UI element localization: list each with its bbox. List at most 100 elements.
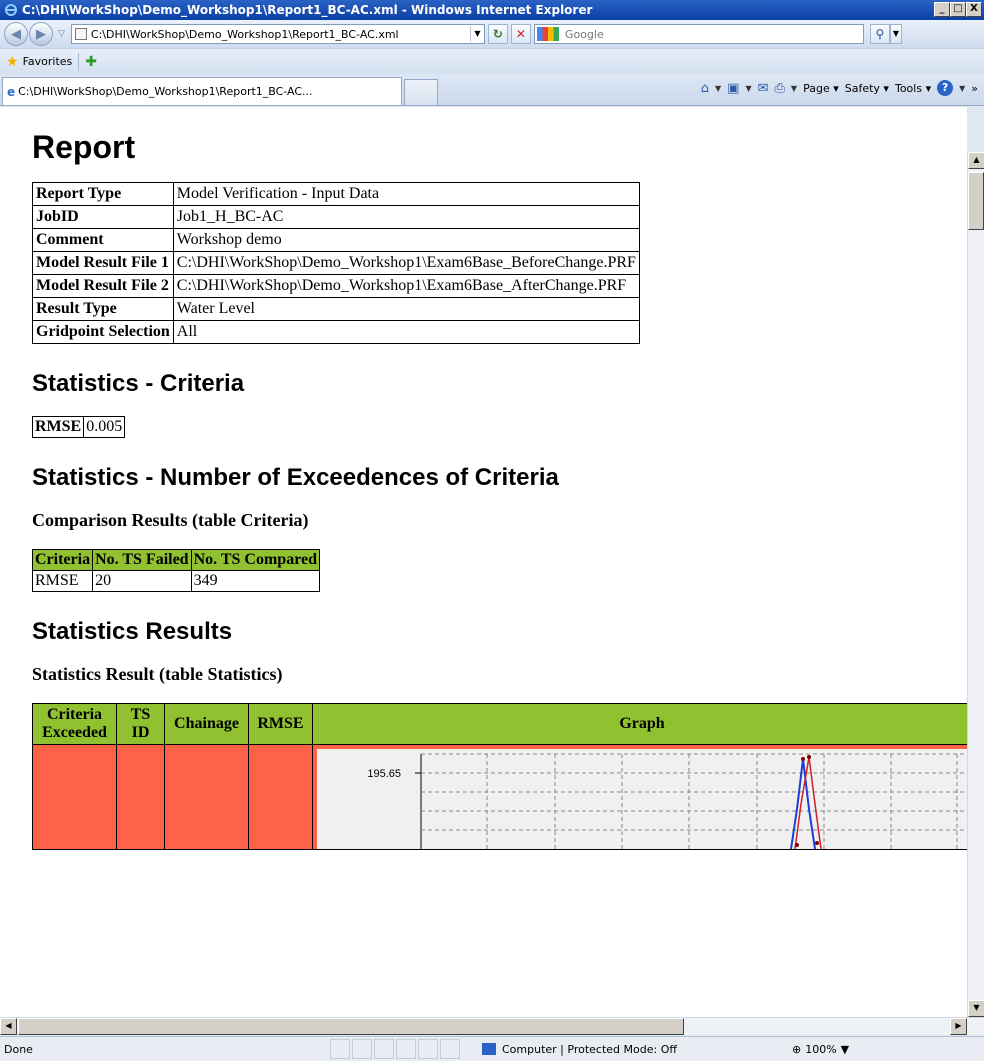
chevron-more-icon[interactable]: » (971, 82, 978, 95)
search-placeholder: Google (564, 27, 604, 41)
status-text: Done (4, 1042, 33, 1056)
scroll-left-arrow-icon[interactable]: ◀ (0, 1018, 17, 1035)
info-value: Model Verification - Input Data (172, 182, 640, 206)
page-menu-label: Page (803, 81, 830, 95)
mail-icon[interactable]: ✉ (758, 81, 769, 96)
search-button[interactable]: ⚲ (869, 24, 890, 44)
page-content: Report Report Type Model Verification - I… (0, 107, 967, 1017)
horizontal-scrollbar[interactable]: ◀ ▶ (0, 1017, 984, 1035)
criteria-key: RMSE (31, 416, 85, 438)
scroll-down-arrow-icon[interactable]: ▼ (968, 1000, 984, 1017)
tools-menu[interactable]: Tools ▾ (895, 82, 931, 95)
statistics-table: Criteria Exceeded TS ID Chainage RMSE Gr… (32, 703, 967, 850)
info-value: All (172, 320, 640, 344)
forward-arrow-icon: ▶ (36, 26, 46, 42)
column-header: RMSE (248, 703, 313, 745)
print-dropdown-icon[interactable]: ▼ (791, 84, 797, 93)
table-row: 195.65 (32, 744, 967, 850)
command-bar: ⌂ ▼ ▣ ▼ ✉ ⎙ ▼ Page ▾ Safety ▾ Tools ▾ ? ▼ » (701, 80, 978, 96)
info-key: Model Result File 1 (32, 251, 174, 275)
refresh-icon: ↻ (492, 27, 503, 41)
column-header: Criteria (31, 549, 94, 571)
address-input[interactable]: C:\DHI\WorkShop\Demo_Workshop1\Report1_B… (91, 28, 470, 41)
scroll-up-arrow-icon[interactable]: ▲ (968, 152, 984, 169)
tab-report[interactable]: e C:\DHI\WorkShop\Demo_Workshop1\Report1… (2, 77, 402, 105)
tools-menu-label: Tools (894, 81, 923, 95)
exceedences-heading: Statistics - Number of Exceedences of Cr… (32, 464, 559, 491)
table-cell (116, 744, 165, 850)
window-controls: _ □ X (934, 2, 982, 17)
zoom-dropdown-icon[interactable]: ▼ (841, 1043, 849, 1056)
favorites-bar: ★ Favorites ✚ (0, 48, 984, 74)
feeds-icon[interactable]: ▣ (727, 81, 739, 96)
graph-ytick-label: 195.65 (367, 768, 401, 780)
search-options-button[interactable]: ▼ (889, 24, 902, 44)
column-header: TS ID (116, 703, 165, 745)
status-panel (418, 1039, 438, 1059)
add-favorite-icon[interactable]: ✚ (85, 54, 97, 70)
navigation-bar: ◀ ▶ ▽ C:\DHI\WorkShop\Demo_Workshop1\Rep… (0, 20, 984, 48)
safety-menu[interactable]: Safety ▾ (845, 82, 889, 95)
favorites-star-icon[interactable]: ★ (6, 54, 19, 70)
column-header: No. TS Failed (92, 549, 192, 571)
graph-svg: 195.65 (367, 753, 967, 850)
safety-menu-label: Safety (844, 81, 880, 95)
print-icon[interactable]: ⎙ (775, 81, 785, 96)
search-input[interactable]: Google (533, 24, 864, 44)
column-header: Chainage (164, 703, 249, 745)
criteria-value: 0.005 (83, 416, 126, 438)
new-tab-button[interactable] (404, 79, 438, 105)
status-panel (374, 1039, 394, 1059)
graph-point (807, 755, 811, 759)
table-row: JobID Job1_H_BC-AC (32, 205, 640, 229)
help-icon[interactable]: ? (937, 80, 954, 96)
page-menu[interactable]: Page ▾ (803, 82, 839, 95)
window-title: C:\DHI\WorkShop\Demo_Workshop1\Report1_B… (22, 3, 593, 17)
zoom-icon: ⊕ (792, 1042, 802, 1056)
zoom-level: 100% (805, 1042, 837, 1056)
info-key: Report Type (32, 182, 174, 206)
info-key: Comment (32, 228, 174, 252)
feeds-dropdown-icon[interactable]: ▼ (745, 84, 751, 93)
info-value: Water Level (172, 297, 640, 321)
info-value: C:\DHI\WorkShop\Demo_Workshop1\Exam6Base… (172, 251, 640, 275)
status-panel (352, 1039, 372, 1059)
comparison-heading: Comparison Results (table Criteria) (32, 510, 309, 530)
forward-button[interactable]: ▶ (29, 22, 53, 46)
vertical-scrollbar[interactable]: ▲ ▼ (967, 152, 984, 1017)
status-panel (440, 1039, 460, 1059)
help-dropdown-icon[interactable]: ▼ (959, 84, 965, 93)
search-icon: ⚲ (875, 27, 885, 41)
favorites-button[interactable]: Favorites (23, 55, 73, 68)
status-panel (396, 1039, 416, 1059)
table-row: Model Result File 2 C:\DHI\WorkShop\Demo_… (32, 274, 640, 298)
graph-grid (421, 753, 967, 849)
criteria-heading: Statistics - Criteria (32, 370, 245, 397)
graph-point (801, 757, 805, 761)
refresh-button[interactable]: ↻ (487, 24, 508, 44)
zoom-control[interactable]: ⊕ 100% ▼ (792, 1043, 849, 1056)
address-bar[interactable]: C:\DHI\WorkShop\Demo_Workshop1\Report1_B… (70, 24, 485, 44)
horizontal-scroll-thumb[interactable] (18, 1018, 684, 1035)
table-header-row: Criteria No. TS Failed No. TS Compared (31, 549, 321, 571)
security-zone[interactable]: Computer | Protected Mode: Off (482, 1043, 722, 1056)
status-bar: Done Computer | Protected Mode: Off ⊕ 10… (0, 1036, 984, 1061)
table-cell: 20 (92, 570, 192, 592)
info-value: Job1_H_BC-AC (172, 205, 640, 229)
page-icon (74, 28, 87, 40)
graph-cell: 195.65 (312, 744, 967, 850)
minimize-button[interactable]: _ (934, 2, 950, 17)
history-dropdown-icon[interactable]: ▽ (58, 29, 65, 39)
scroll-right-arrow-icon[interactable]: ▶ (950, 1018, 967, 1035)
stop-button[interactable]: ✕ (510, 24, 531, 44)
address-dropdown-icon[interactable]: ▼ (469, 26, 484, 42)
close-button[interactable]: X (966, 2, 982, 17)
home-dropdown-icon[interactable]: ▼ (715, 84, 721, 93)
info-key: Gridpoint Selection (32, 320, 174, 344)
vertical-scroll-thumb[interactable] (968, 172, 984, 230)
home-icon[interactable]: ⌂ (701, 81, 709, 96)
favorites-separator (78, 52, 80, 71)
maximize-button[interactable]: □ (950, 2, 966, 17)
table-cell: 349 (190, 570, 321, 592)
back-button[interactable]: ◀ (4, 22, 28, 46)
